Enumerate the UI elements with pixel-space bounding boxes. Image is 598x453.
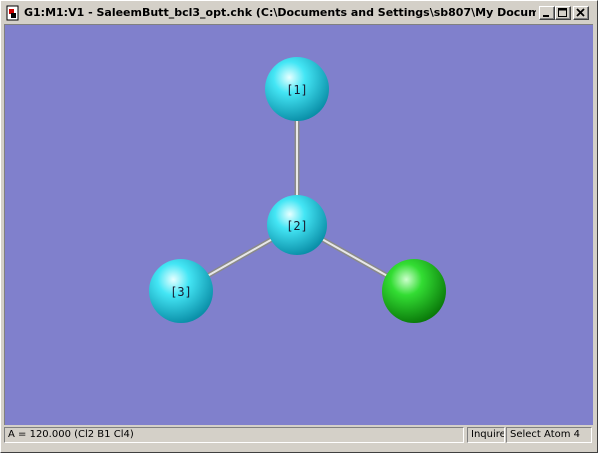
status-mode: Inquire bbox=[467, 427, 505, 443]
gaussview-window: G1:M1:V1 - SaleemButt_bcl3_opt.chk (C:\D… bbox=[0, 0, 598, 453]
atom-1[interactable]: [1] bbox=[265, 57, 329, 121]
maximize-icon bbox=[558, 8, 567, 17]
atom-3[interactable]: [3] bbox=[149, 259, 213, 323]
minimize-button[interactable] bbox=[539, 6, 555, 20]
document-icon[interactable] bbox=[6, 5, 21, 21]
status-measurement: A = 120.000 (Cl2 B1 Cl4) bbox=[4, 427, 464, 443]
status-bar: A = 120.000 (Cl2 B1 Cl4) Inquire Select … bbox=[3, 426, 595, 444]
title-bar[interactable]: G1:M1:V1 - SaleemButt_bcl3_opt.chk (C:\D… bbox=[3, 3, 595, 23]
atom-2[interactable]: [2] bbox=[267, 195, 327, 255]
atom-label: [3] bbox=[170, 285, 192, 299]
atom-4[interactable] bbox=[382, 259, 446, 323]
maximize-button[interactable] bbox=[555, 6, 571, 20]
atom-label: [1] bbox=[286, 83, 308, 97]
window-title: G1:M1:V1 - SaleemButt_bcl3_opt.chk (C:\D… bbox=[24, 6, 536, 19]
minimize-icon bbox=[543, 15, 549, 17]
atom-label: [2] bbox=[286, 219, 308, 233]
close-button[interactable] bbox=[573, 6, 589, 20]
close-icon bbox=[576, 8, 585, 17]
status-prompt: Select Atom 4 bbox=[506, 427, 592, 443]
molecule-viewport[interactable]: [1] [2] [3] bbox=[4, 24, 593, 425]
